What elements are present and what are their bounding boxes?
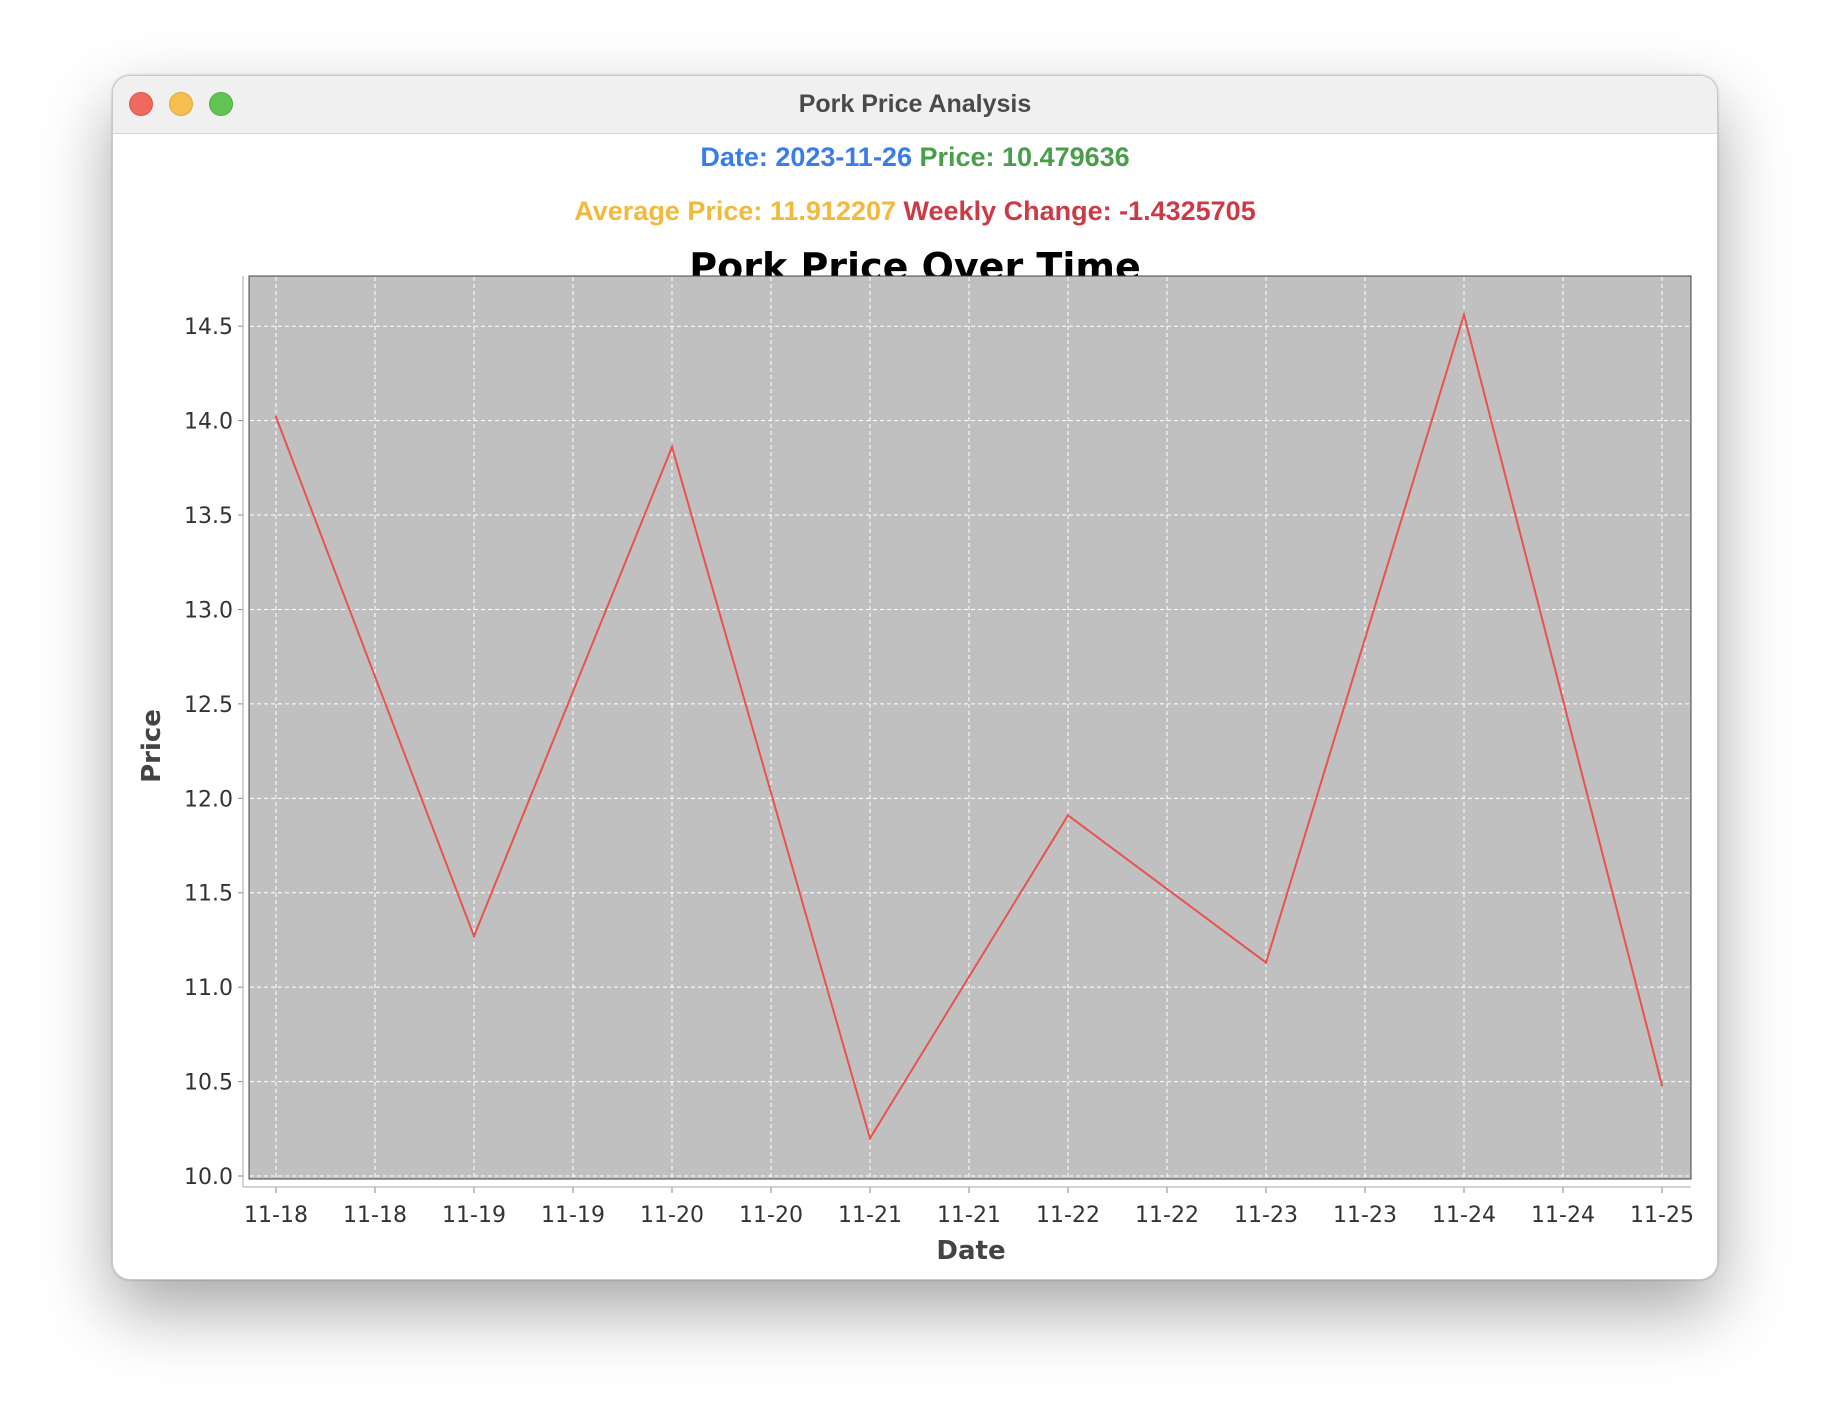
y-axis-label: Price (137, 709, 167, 783)
x-tick-label: 11-19 (442, 1203, 506, 1228)
y-tick-label: 13.5 (184, 504, 233, 529)
x-tick-label: 11-21 (838, 1203, 902, 1228)
x-tick-label: 11-24 (1432, 1203, 1496, 1228)
plot-area (248, 275, 1692, 1180)
y-tick-label: 11.0 (184, 976, 233, 1001)
price-data-point (274, 415, 278, 419)
price-data-point (472, 934, 476, 938)
y-tick-label: 11.5 (184, 882, 233, 907)
y-tick-label: 10.0 (184, 1165, 233, 1190)
x-tick-label: 11-21 (937, 1203, 1001, 1228)
x-tick-label: 11-25 (1630, 1203, 1694, 1228)
x-tick-label: 11-20 (739, 1203, 803, 1228)
x-tick-label: 11-22 (1036, 1203, 1100, 1228)
x-tick-label: 11-22 (1135, 1203, 1199, 1228)
y-tick-label: 10.5 (184, 1071, 233, 1096)
price-data-point (670, 445, 674, 449)
y-tick-label: 12.5 (184, 693, 233, 718)
x-tick-label: 11-20 (640, 1203, 704, 1228)
price-line-chart: Pork Price Over Time Price Date 11-18 11-… (137, 245, 1694, 1266)
price-data-point (1660, 1084, 1664, 1087)
y-tick-label: 14.0 (184, 410, 233, 435)
x-tick-label: 11-18 (244, 1203, 308, 1228)
y-tick-label: 12.0 (184, 787, 233, 812)
app-window: Pork Price Analysis Date: 2023-11-26 Pri… (112, 75, 1718, 1280)
x-tick-label: 11-23 (1333, 1203, 1397, 1228)
price-data-point (868, 1137, 872, 1140)
x-tick-label: 11-19 (541, 1203, 605, 1228)
y-tick-label: 14.5 (184, 315, 233, 340)
price-data-point (1066, 814, 1070, 817)
price-data-point (1264, 961, 1268, 964)
x-tick-label: 11-18 (343, 1203, 407, 1228)
x-tick-label: 11-24 (1531, 1203, 1595, 1228)
y-tick-label: 13.0 (184, 598, 233, 623)
price-data-point (1462, 313, 1466, 317)
x-axis-label: Date (936, 1236, 1005, 1266)
x-tick-label: 11-23 (1234, 1203, 1298, 1228)
